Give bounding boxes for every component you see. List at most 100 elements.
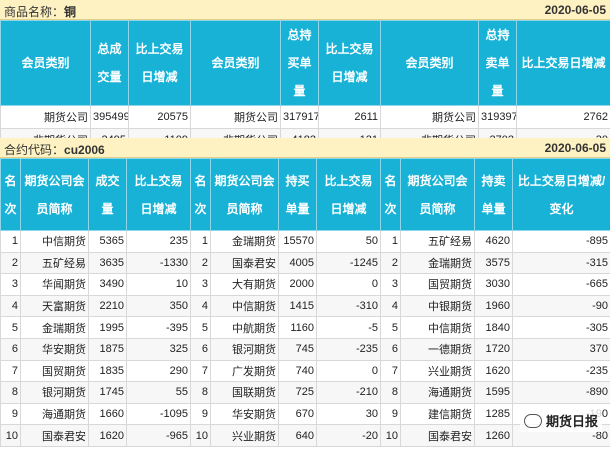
- ranking-cell: 中信期货: [20, 230, 89, 253]
- ranking-cell: 10: [126, 273, 191, 296]
- header-detail-10: 持卖单量: [474, 158, 513, 231]
- ranking-cell: 1: [380, 230, 401, 253]
- ranking-cell: 国泰君安: [20, 424, 89, 447]
- ranking-cell: 2: [190, 251, 211, 275]
- ranking-cell: 1: [190, 230, 211, 253]
- ranking-cell: 1875: [88, 337, 127, 361]
- header-summary-3: 会员类别: [190, 20, 281, 106]
- ranking-row: 1 中信期货 5365 235 1 金瑞期货 15570 50 1 五矿经易 4620 -895: [0, 230, 610, 253]
- ranking-cell: 4: [190, 294, 211, 318]
- ranking-cell: 兴业期货: [210, 424, 279, 447]
- contract-date: 2020-06-05: [544, 141, 606, 155]
- ranking-cell: 银河期货: [20, 381, 89, 404]
- summary-row: 期货公司 395499 20575 期货公司 317917 2611 期货公司 319397 2…: [0, 105, 610, 129]
- product-name: 铜: [64, 5, 77, 19]
- summary-cell: 2611: [318, 105, 381, 129]
- ranking-cell: 1995: [88, 316, 127, 339]
- ranking-table: 名次 期货公司会员简称 成交量 比上交易日增减 名次 期货公司会员简称 持买单量 比上交易日增…: [0, 158, 610, 447]
- ranking-cell: 中银期货: [400, 294, 475, 318]
- ranking-cell: 海通期货: [20, 402, 89, 426]
- ranking-cell: -1330: [126, 251, 191, 275]
- ranking-cell: 广发期货: [210, 359, 279, 383]
- ranking-cell: 3: [190, 273, 211, 296]
- ranking-cell: 2000: [278, 273, 317, 296]
- ranking-cell: -210: [316, 381, 381, 404]
- ranking-cell: -395: [126, 316, 191, 339]
- ranking-cell: 15570: [278, 230, 317, 253]
- ranking-cell: 350: [126, 294, 191, 318]
- ranking-cell: 4: [0, 294, 21, 318]
- ranking-cell: 370: [512, 337, 610, 361]
- ranking-cell: 中航期货: [210, 316, 279, 339]
- ranking-cell: 大有期货: [210, 273, 279, 296]
- ranking-cell: 1: [0, 230, 21, 253]
- ranking-cell: 海通期货: [400, 381, 475, 404]
- ranking-cell: 1835: [88, 359, 127, 383]
- ranking-cell: 2210: [88, 294, 127, 318]
- ranking-cell: 1595: [474, 381, 513, 404]
- watermark-brand: 期货日报: [519, 409, 602, 432]
- ranking-cell: 290: [126, 359, 191, 383]
- ranking-cell: 235: [126, 230, 191, 253]
- ranking-cell: 10: [0, 424, 21, 447]
- ranking-row: 8 银河期货 1745 55 8 国联期货 725 -210 8 海通期货 1595 -890: [0, 381, 610, 404]
- ranking-cell: -5: [316, 316, 381, 339]
- contract-code: cu2006: [64, 143, 105, 157]
- header-detail-3: 比上交易日增减: [126, 158, 191, 231]
- ranking-cell: 1840: [474, 316, 513, 339]
- header-detail-7: 比上交易日增减: [316, 158, 381, 231]
- ranking-cell: -20: [316, 424, 381, 447]
- contract-bar: 合约代码：cu2006 2020-06-05: [0, 138, 610, 158]
- ranking-cell: 华闻期货: [20, 273, 89, 296]
- ranking-cell: 1720: [474, 337, 513, 361]
- ranking-cell: 5365: [88, 230, 127, 253]
- ranking-cell: 建信期货: [400, 402, 475, 426]
- ranking-cell: 1620: [88, 424, 127, 447]
- ranking-cell: 8: [190, 381, 211, 404]
- ranking-cell: 325: [126, 337, 191, 361]
- summary-cell: 期货公司: [190, 105, 281, 129]
- ranking-cell: 4: [380, 294, 401, 318]
- header-detail-2: 成交量: [88, 158, 127, 231]
- ranking-cell: 1160: [278, 316, 317, 339]
- ranking-cell: 1260: [474, 424, 513, 447]
- header-summary-7: 总持卖单量: [478, 20, 517, 106]
- header-detail-11: 比上交易日增减/变化: [512, 158, 610, 231]
- ranking-cell: 五矿经易: [400, 230, 475, 253]
- ranking-row: 6 华安期货 1875 325 6 银河期货 745 -235 6 一德期货 1720 370: [0, 337, 610, 361]
- header-summary-5: 比上交易日增减: [318, 20, 381, 106]
- wechat-icon: [523, 414, 542, 428]
- ranking-cell: 9: [0, 402, 21, 426]
- ranking-cell: 银河期货: [210, 337, 279, 361]
- ranking-cell: 1660: [88, 402, 127, 426]
- ranking-cell: 7: [190, 359, 211, 383]
- ranking-cell: -305: [512, 316, 610, 339]
- ranking-cell: 3635: [88, 251, 127, 275]
- ranking-cell: 740: [278, 359, 317, 383]
- ranking-cell: -90: [512, 294, 610, 318]
- summary-cell: 317917: [280, 105, 319, 129]
- header-summary-8: 比上交易日增减: [516, 20, 610, 106]
- ranking-cell: 国联期货: [210, 381, 279, 404]
- ranking-cell: 10: [190, 424, 211, 447]
- ranking-cell: 金瑞期货: [210, 230, 279, 253]
- ranking-cell: 670: [278, 402, 317, 426]
- ranking-cell: 1285: [474, 402, 513, 426]
- ranking-cell: -235: [316, 337, 381, 361]
- ranking-cell: 2: [0, 251, 21, 275]
- ranking-cell: 3030: [474, 273, 513, 296]
- ranking-cell: 一德期货: [400, 337, 475, 361]
- header-summary-0: 会员类别: [0, 20, 91, 106]
- product-bar: 商品名称：铜 2020-06-05: [0, 0, 610, 20]
- ranking-cell: 9: [380, 402, 401, 426]
- ranking-row: 4 天富期货 2210 350 4 中信期货 1415 -310 4 中银期货 1960 -90: [0, 294, 610, 318]
- ranking-cell: 745: [278, 337, 317, 361]
- ranking-cell: 10: [380, 424, 401, 447]
- product-date: 2020-06-05: [544, 3, 606, 17]
- summary-cell: 319397: [478, 105, 517, 129]
- ranking-cell: 国贸期货: [400, 273, 475, 296]
- ranking-cell: 30: [316, 402, 381, 426]
- ranking-row: 2 五矿经易 3635 -1330 2 国泰君安 4005 -1245 2 金瑞期货 3575 -31…: [0, 251, 610, 275]
- ranking-cell: 金瑞期货: [20, 316, 89, 339]
- contract-label: 合约代码：cu2006: [4, 143, 105, 157]
